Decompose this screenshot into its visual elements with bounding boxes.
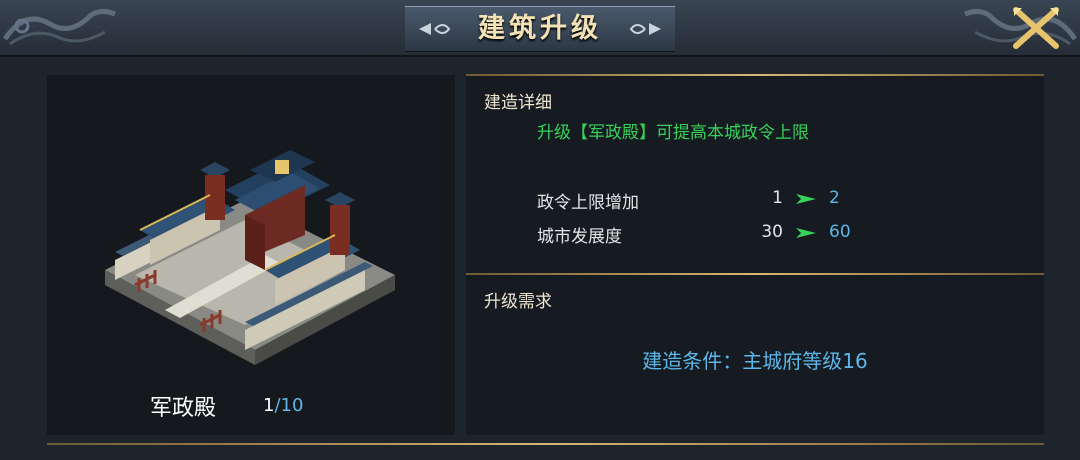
green-arrow-icon <box>796 194 816 204</box>
title-bar: 建筑升级 <box>0 0 1080 57</box>
stat-label: 城市发展度 <box>537 227 622 247</box>
stat-to: 60 <box>829 222 851 242</box>
upgrade-description: 升级【军政殿】可提高本城政令上限 <box>537 123 809 143</box>
ornament-icon <box>629 23 661 35</box>
building-level: 1/10 <box>263 395 303 416</box>
stat-from: 30 <box>761 222 783 242</box>
dragon-ornament-icon <box>2 8 116 46</box>
title-plate: 建筑升级 <box>405 6 675 52</box>
divider <box>466 74 1044 76</box>
current-level: 1 <box>263 395 275 416</box>
max-level: /10 <box>274 395 304 416</box>
divider <box>466 273 1044 275</box>
stat-label: 政令上限增加 <box>537 193 639 213</box>
building-name: 军政殿 <box>150 396 217 421</box>
requirement-condition: 建造条件：主城府等级16 <box>642 349 868 373</box>
stat-from: 1 <box>772 188 783 208</box>
section-title-requirements: 升级需求 <box>484 292 552 312</box>
close-icon[interactable] <box>1010 4 1062 52</box>
section-title-detail: 建造详细 <box>484 93 552 113</box>
divider <box>47 443 1044 445</box>
building-illustration <box>105 150 395 365</box>
green-arrow-icon <box>796 228 816 238</box>
stat-to: 2 <box>829 188 840 208</box>
